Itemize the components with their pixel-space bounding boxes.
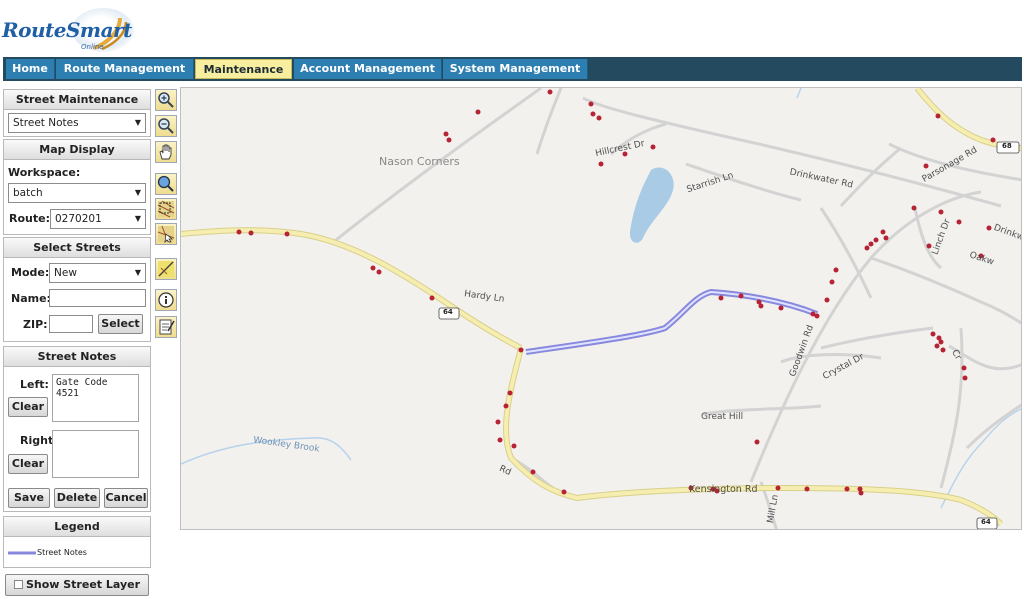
street-maintenance-panel: Street Maintenance Street Notes ▼ — [3, 89, 151, 137]
route-stops — [236, 89, 996, 527]
logo-text: RouteSmart — [2, 18, 132, 42]
notes-button[interactable] — [155, 316, 177, 338]
stream-north — [796, 88, 802, 99]
zip-input[interactable] — [49, 315, 93, 333]
mode-value: New — [54, 267, 77, 279]
route-label: Route: — [9, 212, 50, 225]
pan-hand-icon — [159, 144, 172, 160]
show-street-layer-checkbox[interactable] — [13, 580, 23, 589]
select-area-button[interactable] — [155, 198, 177, 220]
map-display-title: Map Display — [4, 140, 150, 160]
workspace-value: batch — [13, 187, 43, 199]
select-button[interactable]: Select — [98, 314, 143, 334]
logo-subtext: Online — [81, 43, 104, 51]
name-label: Name: — [11, 292, 51, 305]
show-street-layer-label: Show Street Layer — [25, 578, 141, 591]
tab-home[interactable]: Home — [6, 59, 55, 79]
select-area-icon — [157, 200, 175, 218]
route-shield-64-west: 64 — [443, 308, 453, 316]
right-notes-textarea[interactable] — [52, 430, 139, 478]
map-label-nason-corners: Nason Corners — [379, 155, 460, 168]
save-button[interactable]: Save — [8, 488, 50, 508]
tab-route-management[interactable]: Route Management — [56, 59, 194, 79]
left-notes-label: Left: — [20, 378, 49, 391]
info-icon — [158, 292, 174, 308]
chevron-down-icon: ▼ — [134, 188, 141, 197]
chevron-down-icon: ▼ — [134, 268, 141, 277]
route-shield-68: 68 — [1002, 142, 1012, 150]
select-streets-panel: Select Streets Mode: New ▼ Name: ZIP: Se… — [3, 237, 151, 342]
name-input[interactable] — [49, 289, 146, 307]
left-notes-textarea[interactable]: Gate Code 4521 — [52, 374, 139, 422]
select-point-icon — [157, 225, 175, 244]
tab-system-management[interactable]: System Management — [443, 59, 588, 79]
select-line-button[interactable] — [155, 258, 177, 280]
map-label-great-hill: Great Hill — [701, 412, 744, 422]
zoom-in-icon — [158, 92, 174, 108]
route-value: 0270201 — [55, 213, 102, 225]
street-notes-title: Street Notes — [4, 347, 150, 367]
select-streets-title: Select Streets — [4, 238, 150, 258]
tab-account-management[interactable]: Account Management — [294, 59, 442, 79]
pan-button[interactable] — [155, 141, 177, 163]
show-street-layer-toggle[interactable]: Show Street Layer — [5, 574, 149, 596]
street-maintenance-select[interactable]: Street Notes ▼ — [8, 113, 146, 133]
notes-icon — [159, 319, 175, 335]
legend-panel: Legend Street Notes — [3, 516, 151, 568]
map-display-panel: Map Display Workspace: batch ▼ Route: 02… — [3, 139, 151, 235]
route-select[interactable]: 0270201 ▼ — [50, 209, 146, 229]
select-point-button[interactable] — [155, 223, 177, 245]
map-label-kensington-rd: Kensington Rd — [689, 484, 758, 495]
info-button[interactable] — [155, 289, 177, 311]
delete-button[interactable]: Delete — [54, 488, 100, 508]
cancel-button[interactable]: Cancel — [104, 488, 148, 508]
chevron-down-icon: ▼ — [134, 214, 141, 223]
zip-label: ZIP: — [23, 318, 48, 331]
legend-item-label: Street Notes — [37, 548, 87, 557]
street-map[interactable]: Nason Corners Hardy Ln Hillcrest Dr Star… — [180, 87, 1022, 530]
zoom-full-icon — [157, 175, 174, 192]
pond-water — [629, 167, 674, 243]
tab-maintenance[interactable]: Maintenance — [195, 59, 292, 79]
mode-select[interactable]: New ▼ — [49, 263, 146, 283]
app-window: RouteSmart Online Home Route Management … — [0, 0, 1024, 599]
zoom-out-icon — [158, 118, 174, 134]
street-maintenance-title: Street Maintenance — [4, 90, 150, 110]
stream-east — [940, 408, 1021, 509]
legend-title: Legend — [4, 517, 150, 537]
clear-right-button[interactable]: Clear — [8, 454, 48, 474]
street-notes-panel: Street Notes Left: Gate Code 4521 Clear … — [3, 346, 151, 512]
select-line-icon — [158, 261, 174, 277]
chevron-down-icon: ▼ — [134, 118, 141, 127]
main-nav: Home Route Management Maintenance Accoun… — [3, 57, 1022, 81]
workspace-select[interactable]: batch ▼ — [8, 183, 146, 203]
routesmart-logo: RouteSmart Online — [2, 6, 142, 54]
street-notes-legend-swatch — [8, 551, 36, 555]
zoom-full-button[interactable] — [155, 173, 177, 195]
route-shield-64-east: 64 — [981, 518, 991, 526]
clear-left-button[interactable]: Clear — [8, 397, 48, 417]
zoom-in-button[interactable] — [155, 89, 177, 111]
workspace-label: Workspace: — [8, 166, 81, 179]
mode-label: Mode: — [11, 266, 50, 279]
zoom-out-button[interactable] — [155, 115, 177, 137]
street-maintenance-value: Street Notes — [13, 117, 79, 129]
